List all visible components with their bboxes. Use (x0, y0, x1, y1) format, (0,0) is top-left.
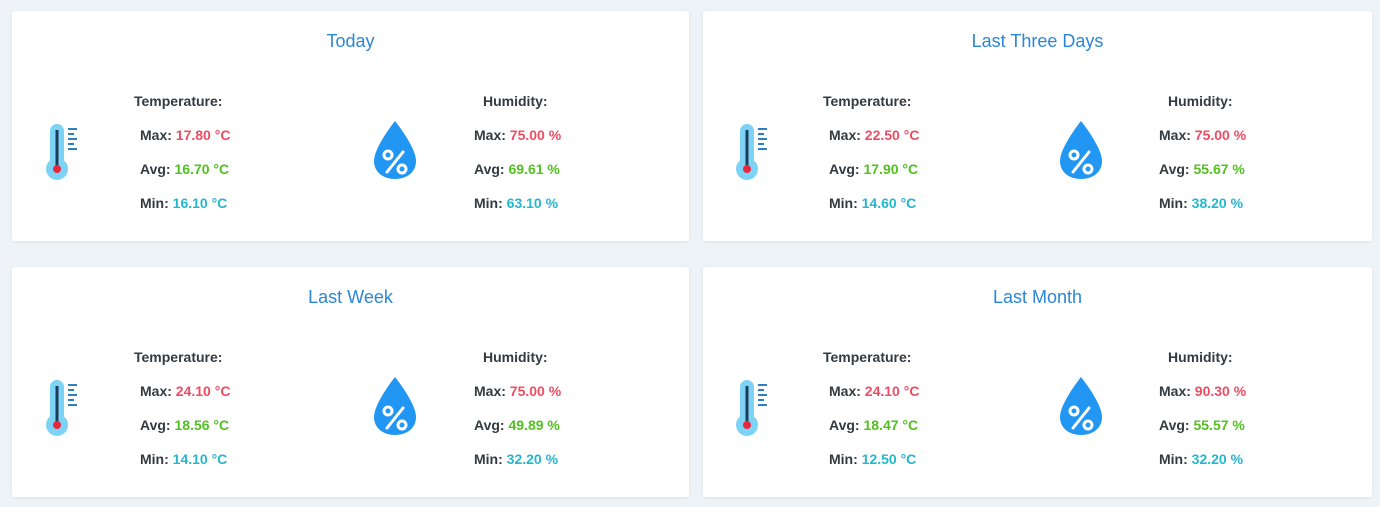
card-title: Today (326, 31, 375, 51)
min-label: Min: (829, 195, 858, 211)
temperature-min-row: Min: 14.60 °C (829, 195, 916, 211)
humidity-max-value: 75.00 % (1194, 127, 1247, 143)
humidity-max-row: Max: 90.30 % (1159, 383, 1246, 399)
humidity-min-value: 63.10 % (506, 195, 559, 211)
avg-label: Avg: (829, 161, 860, 177)
thermometer-icon (46, 380, 77, 436)
temperature-min-row: Min: 12.50 °C (829, 451, 916, 467)
humidity-label: Humidity: (1168, 93, 1233, 109)
avg-label: Avg: (140, 417, 171, 433)
min-label: Min: (140, 451, 169, 467)
humidity-max-value: 75.00 % (509, 127, 562, 143)
thermometer-icon (736, 380, 767, 436)
temperature-max-value: 22.50 °C (864, 127, 920, 143)
min-label: Min: (829, 451, 858, 467)
humidity-max-value: 90.30 % (1194, 383, 1247, 399)
humidity-min-row: Min: 38.20 % (1159, 195, 1243, 211)
temperature-avg-row: Avg: 18.56 °C (140, 417, 229, 433)
avg-label: Avg: (1159, 417, 1190, 433)
thermometer-icon (736, 124, 767, 180)
min-label: Min: (140, 195, 169, 211)
temperature-max-row: Max: 17.80 °C (140, 127, 230, 143)
temperature-avg-value: 18.56 °C (174, 417, 230, 433)
card-today: Today Temperature: Max: 17.80 °C Avg: 16… (12, 11, 689, 241)
temperature-avg-row: Avg: 17.90 °C (829, 161, 918, 177)
card-last-month: Last Month Temperature: Max: 24.10 °C Av… (703, 267, 1372, 497)
humidity-avg-value: 55.67 % (1193, 161, 1245, 177)
temperature-min-row: Min: 14.10 °C (140, 451, 227, 467)
temperature-avg-row: Avg: 18.47 °C (829, 417, 918, 433)
temperature-max-value: 17.80 °C (175, 127, 231, 143)
humidity-max-row: Max: 75.00 % (1159, 127, 1246, 143)
temperature-label: Temperature: (823, 349, 912, 365)
temperature-avg-value: 18.47 °C (863, 417, 919, 433)
min-label: Min: (474, 195, 503, 211)
temperature-max-value: 24.10 °C (175, 383, 231, 399)
temperature-max-row: Max: 24.10 °C (140, 383, 230, 399)
humidity-avg-value: 55.57 % (1193, 417, 1245, 433)
humidity-max-value: 75.00 % (509, 383, 562, 399)
card-title: Last Month (992, 287, 1083, 307)
temperature-avg-row: Avg: 16.70 °C (140, 161, 229, 177)
humidity-avg-row: Avg: 49.89 % (474, 417, 560, 433)
min-label: Min: (1159, 451, 1188, 467)
humidity-avg-value: 69.61 % (508, 161, 560, 177)
max-label: Max: (1159, 383, 1191, 399)
avg-label: Avg: (474, 161, 505, 177)
max-label: Max: (1159, 127, 1191, 143)
avg-label: Avg: (1159, 161, 1190, 177)
temperature-label: Temperature: (823, 93, 912, 109)
card-last-week: Last Week Temperature: Max: 24.10 °C Avg… (12, 267, 689, 497)
min-label: Min: (1159, 195, 1188, 211)
temperature-avg-value: 16.70 °C (174, 161, 230, 177)
humidity-max-row: Max: 75.00 % (474, 383, 561, 399)
temperature-min-value: 14.10 °C (172, 451, 228, 467)
humidity-avg-value: 49.89 % (508, 417, 560, 433)
card-title: Last Three Days (971, 31, 1104, 51)
max-label: Max: (140, 127, 172, 143)
humidity-min-row: Min: 32.20 % (1159, 451, 1243, 467)
temperature-min-value: 16.10 °C (172, 195, 228, 211)
thermometer-icon (46, 124, 77, 180)
humidity-min-row: Min: 32.20 % (474, 451, 558, 467)
humidity-avg-row: Avg: 55.57 % (1159, 417, 1245, 433)
max-label: Max: (474, 127, 506, 143)
humidity-avg-row: Avg: 69.61 % (474, 161, 560, 177)
avg-label: Avg: (829, 417, 860, 433)
humidity-drop-icon (1060, 121, 1102, 179)
max-label: Max: (140, 383, 172, 399)
card-title: Last Week (308, 287, 393, 307)
humidity-avg-row: Avg: 55.67 % (1159, 161, 1245, 177)
humidity-drop-icon (374, 121, 416, 179)
temperature-avg-value: 17.90 °C (863, 161, 919, 177)
avg-label: Avg: (474, 417, 505, 433)
temperature-min-value: 14.60 °C (861, 195, 917, 211)
max-label: Max: (474, 383, 506, 399)
temperature-max-row: Max: 24.10 °C (829, 383, 919, 399)
temperature-min-row: Min: 16.10 °C (140, 195, 227, 211)
humidity-label: Humidity: (1168, 349, 1233, 365)
max-label: Max: (829, 127, 861, 143)
temperature-label: Temperature: (134, 349, 223, 365)
humidity-label: Humidity: (483, 349, 548, 365)
temperature-min-value: 12.50 °C (861, 451, 917, 467)
temperature-max-value: 24.10 °C (864, 383, 920, 399)
humidity-max-row: Max: 75.00 % (474, 127, 561, 143)
temperature-label: Temperature: (134, 93, 223, 109)
max-label: Max: (829, 383, 861, 399)
humidity-min-value: 32.20 % (506, 451, 559, 467)
temperature-max-row: Max: 22.50 °C (829, 127, 919, 143)
humidity-drop-icon (374, 377, 416, 435)
min-label: Min: (474, 451, 503, 467)
humidity-label: Humidity: (483, 93, 548, 109)
humidity-min-value: 32.20 % (1191, 451, 1244, 467)
humidity-min-row: Min: 63.10 % (474, 195, 558, 211)
avg-label: Avg: (140, 161, 171, 177)
stats-grid: Today Temperature: Max: 17.80 °C Avg: 16… (0, 0, 1380, 507)
card-last-three-days: Last Three Days Temperature: Max: 22.50 … (703, 11, 1372, 241)
humidity-drop-icon (1060, 377, 1102, 435)
humidity-min-value: 38.20 % (1191, 195, 1244, 211)
